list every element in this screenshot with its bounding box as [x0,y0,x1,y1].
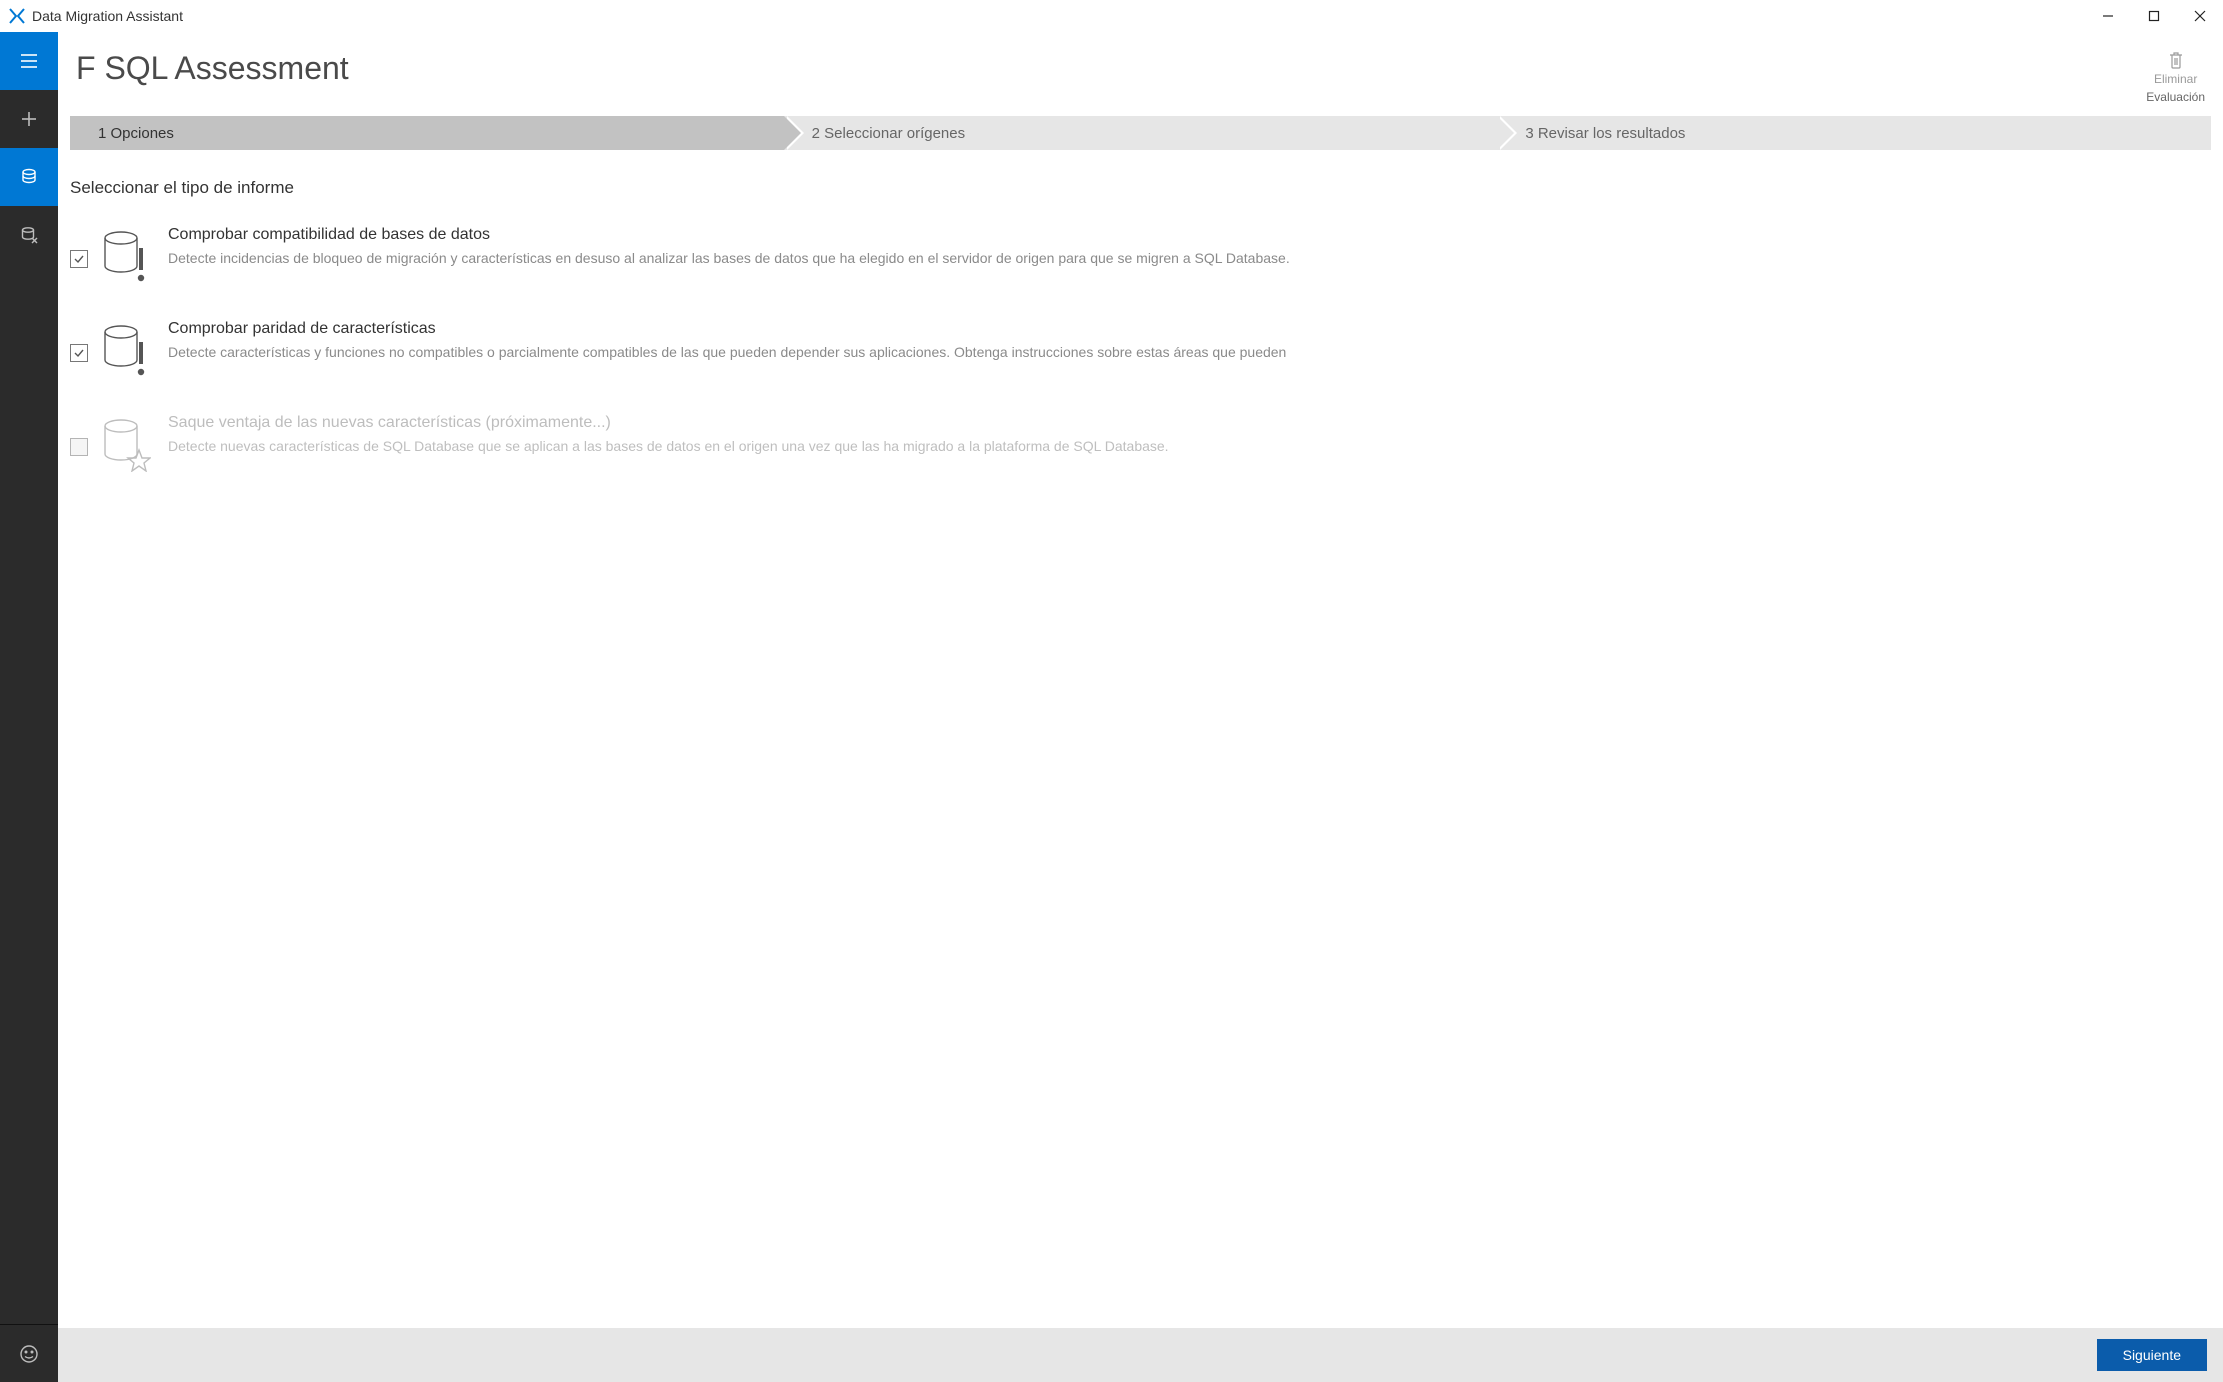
next-button[interactable]: Siguiente [2097,1339,2207,1371]
step-label: 1 Opciones [98,125,174,142]
option-title: Comprobar compatibilidad de bases de dat… [168,226,2211,244]
minimize-button[interactable] [2085,0,2131,32]
footer-bar: Siguiente [58,1328,2223,1382]
page-header: F SQL Assessment Eliminar Evaluación [58,32,2223,110]
option-title: Saque ventaja de las nuevas característi… [168,414,2211,432]
step-label: 2 Seleccionar orígenes [812,125,965,142]
database-alert-icon [100,226,152,286]
option-desc: Detecte incidencias de bloqueo de migrac… [168,250,2211,266]
option-desc: Detecte características y funciones no c… [168,344,2211,360]
nav-remove-db-button[interactable] [0,206,58,264]
option-title: Comprobar paridad de características [168,320,2211,338]
wizard-steps: 1 Opciones 2 Seleccionar orígenes 3 Revi… [70,116,2211,150]
delete-button[interactable] [2146,50,2205,70]
nav-menu-button[interactable] [0,32,58,90]
option-desc: Detecte nuevas características de SQL Da… [168,438,2211,454]
option-parity: Comprobar paridad de características Det… [70,320,2211,380]
delete-label: Eliminar [2146,72,2205,86]
nav-assessment-button[interactable] [0,148,58,206]
close-button[interactable] [2177,0,2223,32]
option-new-features: Saque ventaja de las nuevas característi… [70,414,2211,474]
maximize-button[interactable] [2131,0,2177,32]
step-review-results[interactable]: 3 Revisar los resultados [1497,116,2211,150]
sidebar [0,32,58,1382]
checkbox-parity[interactable] [70,344,88,362]
option-compat: Comprobar compatibilidad de bases de dat… [70,226,2211,286]
section-title: Seleccionar el tipo de informe [70,178,2211,198]
app-title: Data Migration Assistant [32,8,183,24]
titlebar: Data Migration Assistant [0,0,2223,32]
database-alert-icon [100,320,152,380]
content-area: Seleccionar el tipo de informe [58,150,2223,1328]
step-options[interactable]: 1 Opciones [70,116,784,150]
checkbox-new-features [70,438,88,456]
window-controls [2085,0,2223,32]
eval-label: Evaluación [2146,90,2205,104]
page-title: F SQL Assessment [76,50,349,87]
checkbox-compat[interactable] [70,250,88,268]
nav-feedback-button[interactable] [0,1324,58,1382]
nav-new-button[interactable] [0,90,58,148]
app-logo-icon [8,7,26,25]
database-star-icon [100,414,152,474]
step-select-sources[interactable]: 2 Seleccionar orígenes [784,116,1498,150]
step-label: 3 Revisar los resultados [1525,125,1685,142]
